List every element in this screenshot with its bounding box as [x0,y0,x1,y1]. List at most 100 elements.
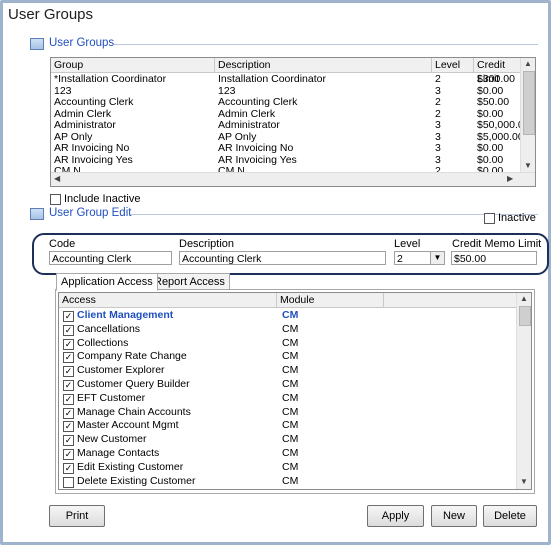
list-item[interactable]: ✓ Cancellations CM [59,324,517,336]
module-code: CM [282,379,299,390]
access-name: Edit Existing Customer [77,461,184,473]
table-row[interactable]: 123 123 3 $0.00 [51,86,520,98]
access-checkbox[interactable] [63,476,74,488]
list-item[interactable]: ✓ Edit Existing Customer CM [59,462,517,474]
module-code: CM [282,420,299,432]
table-cell: Accounting Clerk [218,97,298,108]
table-cell: 3 [435,143,441,154]
list-item[interactable]: ✓ Master Account Mgmt CM [59,420,517,433]
table-cell: Admin Clerk [218,108,276,120]
list-item[interactable]: ✓ New Customer CM [59,434,517,447]
table-cell: 3 [435,131,441,143]
column-header-group[interactable]: Group [51,58,215,72]
apply-button[interactable]: Apply [367,505,424,527]
list-item[interactable]: ✓ EFT Customer CM [59,393,517,405]
access-checkbox[interactable]: ✓ [63,324,74,336]
column-header-credit-limit[interactable]: Credit Limit [474,58,524,85]
chevron-down-icon[interactable]: ▼ [430,252,444,264]
section-divider [130,214,538,215]
table-row[interactable]: AR Invoicing Yes AR Invoicing Yes 3 $0.00 [51,155,520,167]
list-item[interactable]: ✓ Manage Contacts CM [59,448,517,460]
access-checkbox[interactable]: ✓ [63,407,74,419]
table-cell: AR Invoicing Yes [54,154,133,166]
user-groups-table[interactable]: Group Description Level Credit Limit *In… [50,57,536,187]
table-cell: AP Only [54,131,93,143]
print-button[interactable]: Print [49,505,105,527]
list-item[interactable]: ✓ Customer Explorer CM [59,365,517,378]
scroll-down-icon[interactable]: ▼ [524,161,532,170]
scroll-thumb[interactable] [519,306,531,326]
access-name: Delete Existing Customer [77,475,196,487]
description-label: Description [179,238,235,250]
access-name: Client Management [77,310,174,321]
column-header-level[interactable]: Level [432,58,474,72]
module-code: CM [282,392,299,404]
table-row[interactable]: Accounting Clerk Accounting Clerk 2 $50.00 [51,97,520,109]
list-item[interactable]: ✓ Collections CM [59,338,517,350]
horizontal-scrollbar[interactable]: ◀ ▶ [51,172,535,186]
table-cell: 3 [435,154,441,166]
table-cell: Accounting Clerk [54,97,134,108]
module-code: CM [282,365,299,377]
include-inactive-label: Include Inactive [64,193,141,205]
access-checkbox[interactable]: ✓ [63,352,74,364]
scroll-left-icon[interactable]: ◀ [54,174,60,183]
tab-report-access[interactable]: Report Access [149,273,230,290]
access-checkbox[interactable]: ✓ [63,366,74,378]
section-divider [114,44,538,45]
code-label: Code [49,238,76,250]
column-header-description[interactable]: Description [215,58,432,72]
credit-memo-limit-label: Credit Memo Limit [452,238,542,250]
include-inactive-checkbox[interactable] [50,194,61,205]
column-header-access[interactable]: Access [59,293,277,307]
access-checkbox[interactable]: ✓ [63,380,74,391]
delete-button[interactable]: Delete [483,505,537,527]
new-button[interactable]: New [431,505,477,527]
table-row[interactable]: AR Invoicing No AR Invoicing No 3 $0.00 [51,143,520,155]
access-checkbox[interactable]: ✓ [63,338,74,350]
access-name: Cancellations [77,323,141,335]
list-item[interactable]: ✓ Manage Chain Accounts CM [59,407,517,419]
table-cell: 2 [435,97,441,108]
access-checkbox[interactable]: ✓ [63,393,74,405]
table-row[interactable]: Admin Clerk Admin Clerk 2 $0.00 [51,109,520,121]
access-checkbox[interactable]: ✓ [63,311,74,322]
form-icon [30,208,44,220]
scroll-up-icon[interactable]: ▲ [524,59,532,68]
access-checkbox[interactable]: ✓ [63,435,74,447]
table-cell: Admin Clerk [54,108,112,120]
access-checkbox[interactable]: ✓ [63,421,74,433]
description-field[interactable]: Accounting Clerk [179,251,386,265]
vertical-scrollbar[interactable]: ▲ ▼ [516,293,531,489]
table-cell: AR Invoicing No [54,143,130,154]
scroll-thumb[interactable] [523,71,535,135]
access-checkbox[interactable]: ✓ [63,449,74,460]
access-checkbox[interactable]: ✓ [63,462,74,474]
list-item[interactable]: ✓ Client Management CM [59,310,517,322]
vertical-scrollbar[interactable]: ▲ ▼ [520,58,535,172]
inactive-checkbox[interactable] [484,213,495,224]
column-header-module[interactable]: Module [277,293,384,307]
table-row[interactable]: Administrator Administrator 3 $50,000.00 [51,120,527,132]
module-code: CM [282,310,299,321]
column-header-empty [384,293,517,307]
access-name: EFT Customer [77,392,146,404]
list-item[interactable]: Delete Existing Customer CM [59,476,517,488]
access-name: Collections [77,337,129,349]
table-cell: 2 [435,74,441,85]
list-item[interactable]: ✓ Customer Query Builder CM [59,379,517,391]
tab-application-access[interactable]: Application Access [56,273,158,291]
table-row[interactable]: *Installation Coordinator Installation Co… [51,74,520,86]
table-cell: 3 [435,120,441,131]
credit-memo-limit-field[interactable]: $50.00 [451,251,537,265]
scroll-down-icon[interactable]: ▼ [520,477,528,486]
scroll-up-icon[interactable]: ▲ [520,294,528,303]
scroll-right-icon[interactable]: ▶ [507,174,513,183]
level-select[interactable]: 2 ▼ [394,251,445,265]
code-field[interactable]: Accounting Clerk [49,251,172,265]
access-table[interactable]: Access Module ✓ Client Management CM ✓ Cance… [58,292,532,490]
table-row[interactable]: AP Only AP Only 3 $5,000.00 [51,131,524,144]
module-code: CM [282,448,299,459]
list-item[interactable]: ✓ Company Rate Change CM [59,351,517,364]
inactive-label: Inactive [498,212,536,224]
